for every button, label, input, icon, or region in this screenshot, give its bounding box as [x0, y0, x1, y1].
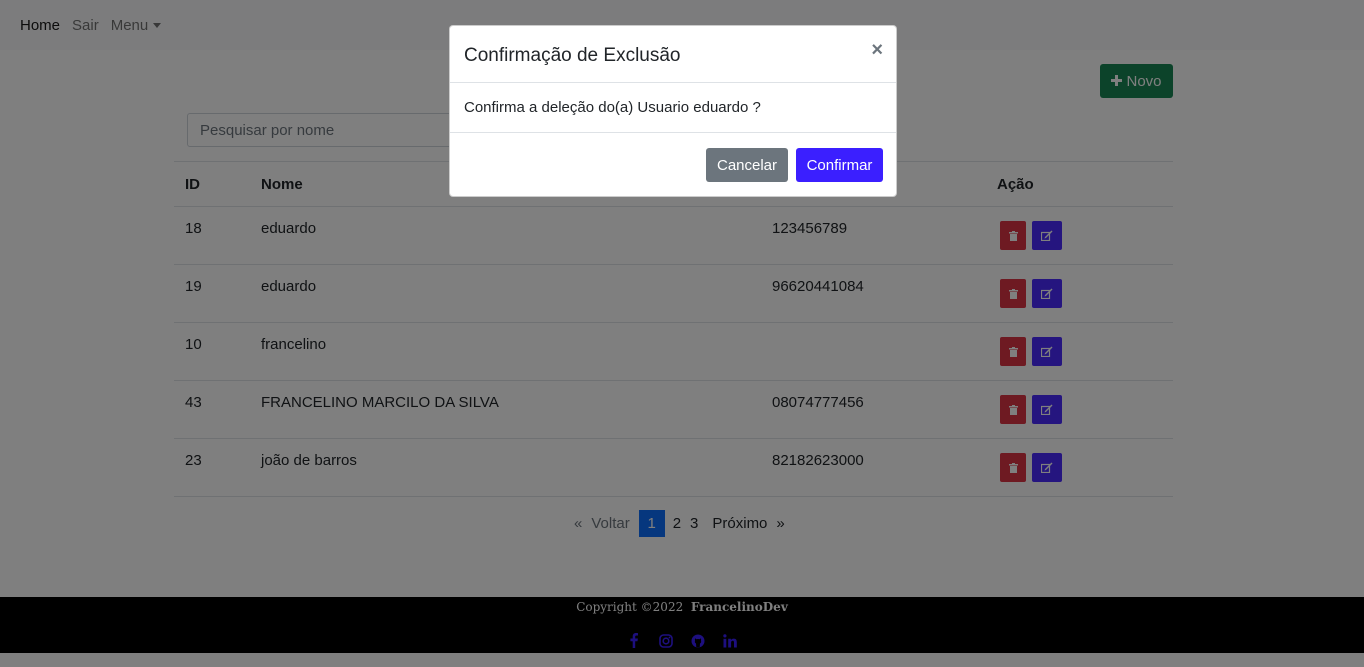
close-icon[interactable]: × [871, 40, 883, 60]
modal-title: Confirmação de Exclusão [464, 44, 681, 66]
modal-footer: Cancelar Confirmar [450, 133, 896, 197]
modal-header: Confirmação de Exclusão × [450, 26, 896, 83]
modal-body: Confirma a deleção do(a) Usuario eduardo… [450, 83, 896, 133]
cancel-button[interactable]: Cancelar [706, 148, 788, 182]
confirm-button[interactable]: Confirmar [796, 148, 883, 182]
delete-confirmation-modal: Confirmação de Exclusão × Confirma a del… [449, 25, 897, 197]
modal-message: Confirma a deleção do(a) Usuario eduardo… [464, 99, 761, 116]
